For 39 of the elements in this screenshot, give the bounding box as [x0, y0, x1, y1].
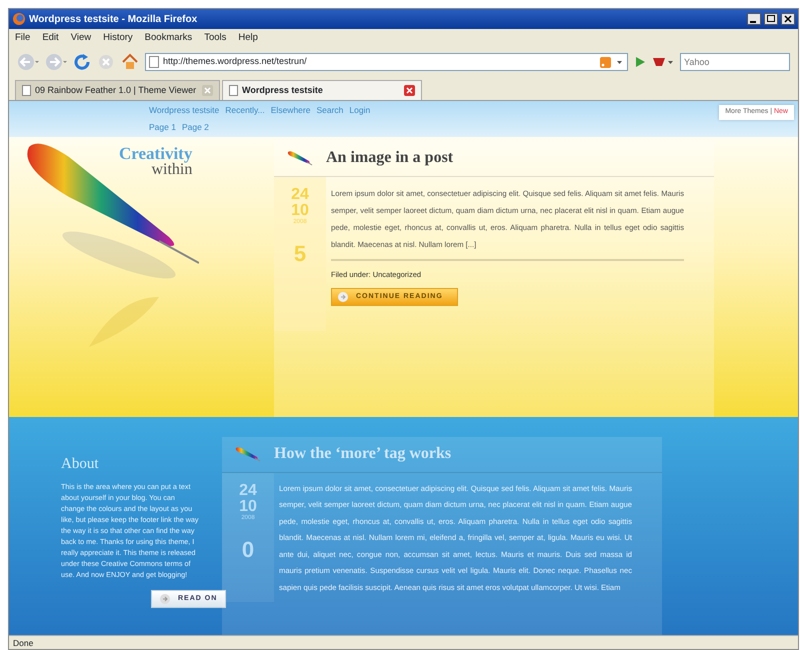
page-icon [149, 56, 159, 68]
reload-icon[interactable] [73, 53, 91, 71]
menu-item[interactable]: File [15, 30, 30, 46]
page-icon [229, 85, 238, 96]
browser-tab[interactable]: 09 Rainbow Feather 1.0 | Theme Viewer [15, 80, 220, 100]
feather-icon [287, 150, 313, 166]
maximize-icon[interactable] [764, 13, 778, 25]
date-day: 24 [222, 482, 274, 498]
page-icon [22, 85, 31, 96]
menu-item[interactable]: Help [238, 30, 258, 46]
address-field[interactable]: http://themes.wordpress.net/testrun/ [145, 53, 628, 71]
page-link[interactable]: Page 2 [182, 122, 209, 132]
home-icon[interactable] [121, 53, 139, 71]
menu-item[interactable]: Bookmarks [144, 30, 192, 46]
date-month: 10 [290, 202, 310, 218]
firefox-icon [12, 12, 26, 26]
close-tab-icon[interactable] [404, 85, 415, 96]
post-title[interactable]: An image in a post [326, 146, 454, 170]
search-engine-icon[interactable] [652, 56, 674, 68]
arrow-icon [160, 594, 170, 604]
rss-icon [600, 56, 611, 68]
date-day: 24 [274, 186, 326, 202]
about-heading: About [61, 454, 100, 472]
site-subtitle: within [151, 162, 192, 178]
menu-item[interactable]: View [70, 30, 92, 46]
go-icon[interactable] [634, 55, 646, 69]
menu-item[interactable]: Edit [42, 30, 59, 46]
arrow-icon [338, 292, 348, 302]
minimize-icon[interactable] [747, 13, 761, 25]
menu-item[interactable]: Tools [204, 30, 226, 46]
site-title: Creativity [119, 144, 192, 162]
date-month: 10 [238, 498, 258, 514]
browser-tab[interactable]: Wordpress testsite [222, 80, 422, 100]
status-text: Done [9, 635, 798, 649]
menu-item[interactable]: History [103, 30, 133, 46]
close-icon[interactable] [781, 13, 795, 25]
search-field[interactable]: Yahoo [680, 53, 790, 71]
feather-icon [235, 446, 261, 462]
window-title: Wordpress testsite - Mozilla Firefox [29, 12, 198, 26]
